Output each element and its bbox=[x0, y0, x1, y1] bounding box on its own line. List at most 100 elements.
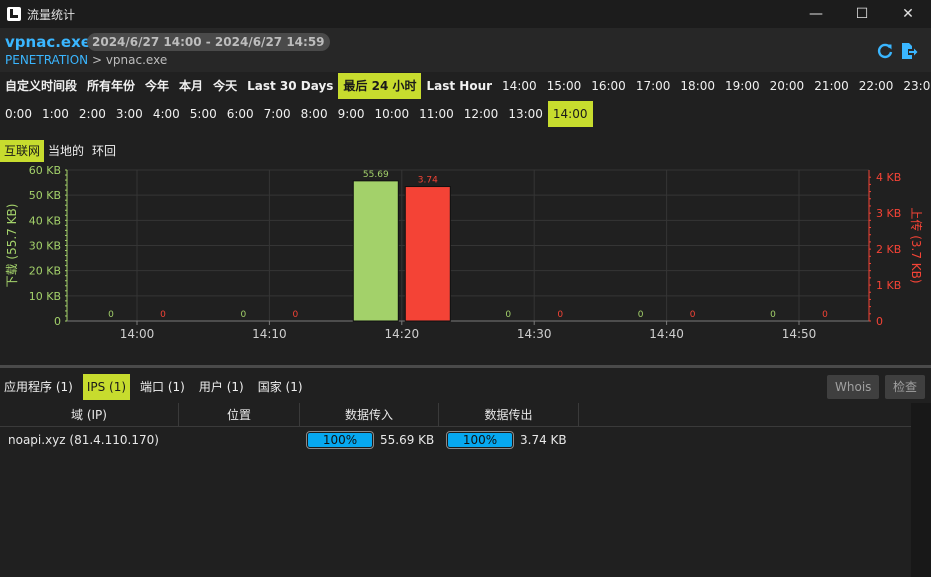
x-tick-label: 14:20 bbox=[385, 327, 420, 341]
window-controls: — ☐ ✕ bbox=[793, 0, 931, 28]
data-out-progress-bar: 100% bbox=[446, 431, 514, 449]
x-tick-label: 14:40 bbox=[649, 327, 684, 341]
data-label-download: 0 bbox=[241, 310, 247, 320]
ranges-row2-13[interactable]: 13:00 bbox=[503, 101, 548, 127]
y-right-axis-title: 上传 (3.7 KB) bbox=[909, 207, 924, 283]
data-label-upload: 0 bbox=[690, 310, 696, 320]
process-name: vpnac.exe bbox=[5, 33, 91, 51]
bar-upload bbox=[404, 186, 451, 322]
traffic-types-1[interactable]: 当地的 bbox=[44, 140, 88, 162]
ranges-row1-4[interactable]: 今天 bbox=[208, 73, 242, 99]
time-range-row-2: 0:00 1:00 2:00 3:00 4:00 5:00 6:00 7:00 8:00 9:00… bbox=[0, 101, 593, 127]
data-label-download: 0 bbox=[638, 310, 644, 320]
data-label-download: 55.69 bbox=[363, 170, 389, 180]
ranges-row1-6[interactable]: 最后 24 小时 bbox=[338, 73, 422, 99]
ranges-row1-2[interactable]: 今年 bbox=[140, 73, 174, 99]
inspect-button[interactable]: 检查 bbox=[885, 375, 926, 399]
ranges-row1-15[interactable]: 21:00 bbox=[809, 73, 854, 99]
column-header-domain[interactable]: 域 (IP) bbox=[0, 403, 179, 427]
ranges-row1-0[interactable]: 自定义时间段 bbox=[0, 73, 82, 99]
ranges-row2-2[interactable]: 2:00 bbox=[74, 101, 111, 127]
cell-data-out: 3.74 KB bbox=[520, 433, 567, 447]
ranges-row1-11[interactable]: 17:00 bbox=[631, 73, 676, 99]
y-right-tick-label: 0 bbox=[876, 315, 883, 328]
tabs-0[interactable]: 应用程序 (1) bbox=[0, 374, 77, 400]
ranges-row1-16[interactable]: 22:00 bbox=[854, 73, 899, 99]
app-logo-icon bbox=[7, 7, 21, 21]
ranges-row1-3[interactable]: 本月 bbox=[174, 73, 208, 99]
tabs-3[interactable]: 用户 (1) bbox=[195, 374, 248, 400]
time-range-row-1: 自定义时间段 所有年份 今年 本月 今天 Last 30 Days 最后 24 小时 Last… bbox=[0, 73, 931, 99]
ip-table: 域 (IP) 位置 数据传入 数据传出 noapi.xyz (81.4.110.… bbox=[0, 403, 911, 577]
y-right-tick-label: 2 KB bbox=[876, 243, 901, 256]
y-right-tick-label: 1 KB bbox=[876, 279, 901, 292]
ranges-row1-14[interactable]: 20:00 bbox=[765, 73, 810, 99]
breadcrumb: PENETRATION > vpnac.exe bbox=[5, 53, 167, 67]
y-left-tick-label: 30 KB bbox=[29, 240, 61, 253]
ranges-row2-4[interactable]: 4:00 bbox=[148, 101, 185, 127]
column-header-location[interactable]: 位置 bbox=[179, 403, 300, 427]
ranges-row2-5[interactable]: 5:00 bbox=[185, 101, 222, 127]
data-label-upload: 0 bbox=[557, 310, 563, 320]
y-left-tick-label: 20 KB bbox=[29, 265, 61, 278]
ranges-row2-8[interactable]: 8:00 bbox=[296, 101, 333, 127]
close-button[interactable]: ✕ bbox=[885, 0, 931, 28]
data-label-upload: 0 bbox=[160, 310, 166, 320]
panel-splitter[interactable] bbox=[0, 365, 931, 368]
tabs-4[interactable]: 国家 (1) bbox=[254, 374, 307, 400]
ranges-row1-13[interactable]: 19:00 bbox=[720, 73, 765, 99]
vertical-scrollbar[interactable] bbox=[911, 403, 931, 577]
ranges-row2-6[interactable]: 6:00 bbox=[222, 101, 259, 127]
x-tick-label: 14:10 bbox=[252, 327, 287, 341]
refresh-icon[interactable] bbox=[876, 42, 894, 60]
y-left-tick-label: 50 KB bbox=[29, 189, 61, 202]
ranges-row2-1[interactable]: 1:00 bbox=[37, 101, 74, 127]
column-header-data-in[interactable]: 数据传入 bbox=[300, 403, 439, 427]
maximize-button[interactable]: ☐ bbox=[839, 0, 885, 28]
ranges-row2-12[interactable]: 12:00 bbox=[459, 101, 504, 127]
ranges-row2-9[interactable]: 9:00 bbox=[333, 101, 370, 127]
ranges-row1-10[interactable]: 16:00 bbox=[586, 73, 631, 99]
data-label-download: 0 bbox=[108, 310, 114, 320]
ranges-row1-8[interactable]: 14:00 bbox=[497, 73, 542, 99]
whois-button[interactable]: Whois bbox=[827, 375, 880, 399]
y-left-tick-label: 60 KB bbox=[29, 164, 61, 177]
table-header: 域 (IP) 位置 数据传入 数据传出 bbox=[0, 403, 911, 427]
tabs-1[interactable]: IPS (1) bbox=[82, 374, 131, 400]
data-label-upload: 3.74 bbox=[418, 176, 438, 186]
header: vpnac.exe 2024/6/27 14:00 - 2024/6/27 14… bbox=[0, 28, 931, 72]
y-left-tick-label: 0 bbox=[54, 315, 61, 328]
bar-download bbox=[352, 180, 399, 322]
traffic-type-selector: 互联网 当地的 环回 bbox=[0, 140, 120, 162]
ranges-row2-7[interactable]: 7:00 bbox=[259, 101, 296, 127]
y-right-tick-label: 4 KB bbox=[876, 171, 901, 184]
table-row[interactable]: noapi.xyz (81.4.110.170) 100% 55.69 KB 1… bbox=[0, 428, 911, 452]
ranges-row1-17[interactable]: 23:00 bbox=[898, 73, 931, 99]
export-icon[interactable] bbox=[900, 42, 918, 60]
ranges-row1-5[interactable]: Last 30 Days bbox=[242, 73, 338, 99]
y-left-tick-label: 40 KB bbox=[29, 214, 61, 227]
column-header-data-out[interactable]: 数据传出 bbox=[439, 403, 579, 427]
ranges-row2-3[interactable]: 3:00 bbox=[111, 101, 148, 127]
ranges-row2-0[interactable]: 0:00 bbox=[0, 101, 37, 127]
ranges-row1-7[interactable]: Last Hour bbox=[421, 73, 497, 99]
breadcrumb-root[interactable]: PENETRATION bbox=[5, 53, 88, 67]
cell-domain: noapi.xyz (81.4.110.170) bbox=[8, 433, 159, 447]
x-tick-label: 14:30 bbox=[517, 327, 552, 341]
tabs-2[interactable]: 端口 (1) bbox=[136, 374, 189, 400]
y-left-tick-label: 10 KB bbox=[29, 290, 61, 303]
y-right-tick-label: 3 KB bbox=[876, 207, 901, 220]
ranges-row1-9[interactable]: 15:00 bbox=[542, 73, 587, 99]
ranges-row1-12[interactable]: 18:00 bbox=[675, 73, 720, 99]
breadcrumb-leaf: vpnac.exe bbox=[105, 53, 168, 67]
window-title: 流量统计 bbox=[27, 7, 76, 22]
title-bar: 流量统计 — ☐ ✕ bbox=[0, 0, 931, 28]
detail-tabs: 应用程序 (1) IPS (1) 端口 (1) 用户 (1) 国家 (1) bbox=[0, 374, 313, 400]
ranges-row2-14[interactable]: 14:00 bbox=[547, 101, 593, 127]
minimize-button[interactable]: — bbox=[793, 0, 839, 28]
ranges-row2-10[interactable]: 10:00 bbox=[370, 101, 415, 127]
ranges-row2-11[interactable]: 11:00 bbox=[414, 101, 459, 127]
ranges-row1-1[interactable]: 所有年份 bbox=[82, 73, 140, 99]
traffic-types-2[interactable]: 环回 bbox=[88, 140, 120, 162]
traffic-types-0[interactable]: 互联网 bbox=[0, 140, 45, 162]
